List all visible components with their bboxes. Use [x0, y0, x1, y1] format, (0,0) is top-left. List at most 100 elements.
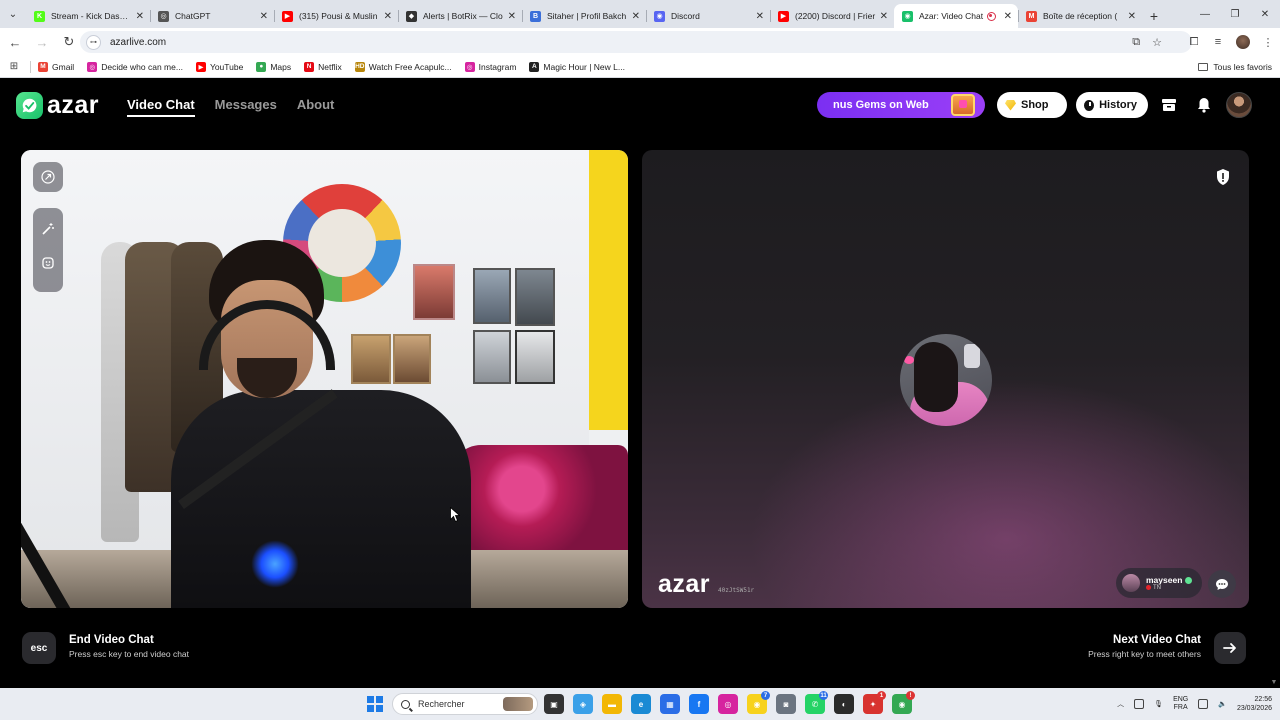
tab-title: (315) Pousi & Muslin — [299, 11, 378, 21]
microphone-icon[interactable]: 🎙 — [1154, 700, 1163, 708]
instagram-icon[interactable]: ◎ — [718, 694, 738, 714]
browser-tab[interactable]: K Stream - Kick Dashbo ✕ — [26, 4, 150, 28]
tab-close-icon[interactable]: ✕ — [384, 11, 392, 22]
browser-tab[interactable]: ◆ Alerts | BotRix — Clo ✕ — [398, 4, 522, 28]
country-flag-icon — [1146, 585, 1151, 590]
browser-tab[interactable]: M Boîte de réception (✕ — [1018, 4, 1142, 28]
end-chat-esc-button[interactable]: esc — [22, 632, 56, 664]
bookmark-item[interactable]: M Gmail — [38, 61, 74, 72]
reload-icon[interactable]: ↻ — [57, 30, 81, 54]
bookmark-item[interactable]: ▶ YouTube — [195, 61, 243, 72]
network-icon[interactable] — [1198, 699, 1209, 709]
tab-close-icon[interactable]: ✕ — [756, 11, 764, 22]
forward-icon[interactable]: → — [30, 30, 54, 54]
bookmark-item[interactable]: N Netflix — [304, 61, 342, 72]
bookmark-star-icon[interactable]: ☆ — [1152, 36, 1162, 49]
site-info-icon[interactable]: ⊶ — [86, 34, 101, 50]
inbox-icon[interactable] — [1159, 95, 1179, 115]
profile-avatar[interactable] — [1236, 35, 1250, 49]
chrome-icon[interactable]: ◉! — [892, 691, 915, 714]
tray-chevron-icon[interactable]: ︿ — [1117, 699, 1124, 709]
all-bookmarks-folder[interactable]: Tous les favoris — [1198, 62, 1272, 72]
bookmark-label: Magic Hour | New L... — [543, 61, 625, 72]
browser-tab[interactable]: B Sitaher | Profil Bakch ✕ — [522, 4, 646, 28]
chat-bubble-icon — [1216, 578, 1228, 590]
store-icon[interactable]: ▦ — [660, 694, 680, 714]
task-view-icon[interactable]: ▣ — [544, 694, 564, 714]
copilot-icon[interactable]: ◈ — [573, 694, 593, 714]
azar-logo[interactable]: azar — [16, 91, 99, 120]
clock-date[interactable]: 22:56 23/03/2026 — [1237, 695, 1272, 713]
tab-close-icon[interactable]: ✕ — [260, 11, 268, 22]
user-avatar[interactable] — [1226, 92, 1252, 118]
azar-watermark: azar 40zJtSW51r — [658, 570, 754, 599]
tab-close-icon[interactable]: ✕ — [1004, 11, 1012, 22]
apps-grid-icon[interactable]: ⊞ — [0, 61, 28, 72]
edge-icon[interactable]: e — [631, 694, 651, 714]
nav-about[interactable]: About — [297, 97, 335, 117]
bookmark-list: M Gmail ◎ Decide who can me... ▶ YouTube ● Maps… — [38, 61, 638, 72]
volume-icon[interactable]: 🔈 — [1218, 700, 1227, 708]
bookmark-item[interactable]: ◎ Decide who can me... — [87, 61, 183, 72]
app-red-icon[interactable]: ✦ 1 — [863, 691, 886, 714]
close-window-icon[interactable]: ✕ — [1250, 0, 1280, 28]
windows-start-icon[interactable] — [367, 696, 383, 712]
bookmark-item[interactable]: ● Maps — [256, 61, 291, 72]
bell-icon[interactable] — [1194, 95, 1214, 115]
browser-tab[interactable]: ◎ ChatGPT ✕ — [150, 4, 274, 28]
bookmark-item[interactable]: A Magic Hour | New L... — [529, 61, 625, 72]
install-app-icon[interactable]: ⧉ — [1132, 36, 1140, 49]
shop-button[interactable]: Shop — [997, 92, 1067, 118]
whatsapp-icon[interactable]: ✆ 11 — [805, 691, 828, 714]
tab-search-icon[interactable]: ⌄ — [0, 0, 26, 28]
obs-icon[interactable]: ◐ — [834, 694, 854, 714]
url-bar[interactable]: ⊶ azarlive.com ⧉ ☆ — [80, 31, 1192, 53]
extensions-icon[interactable]: ⧠ — [1182, 36, 1206, 49]
camera-icon[interactable]: ◙ — [776, 694, 796, 714]
browser-menu-icon[interactable]: ⋮ — [1256, 36, 1280, 49]
history-button[interactable]: History — [1076, 92, 1148, 118]
tab-close-icon[interactable]: ✕ — [1128, 11, 1136, 22]
tab-close-icon[interactable]: ✕ — [632, 11, 640, 22]
botrix-icon: ◆ — [406, 10, 417, 22]
main-nav: Video Chat Messages About — [127, 97, 334, 117]
partner-name-row: mayseen — [1146, 575, 1193, 585]
notification-badge: 7 — [761, 691, 770, 700]
tab-close-icon[interactable]: ✕ — [136, 11, 144, 22]
all-bookmarks-label: Tous les favoris — [1213, 61, 1272, 72]
browser-tab[interactable]: ◉ Discord ✕ — [646, 4, 770, 28]
restore-icon[interactable]: ❐ — [1220, 0, 1250, 28]
chat-bubble-button[interactable] — [1208, 570, 1236, 598]
tray-app-icon[interactable] — [1134, 699, 1145, 709]
taskbar-search[interactable]: Rechercher — [392, 693, 538, 715]
language-indicator[interactable]: ENG FRA — [1173, 696, 1188, 712]
gems-promo-button[interactable]: nus Gems on Web — [817, 92, 985, 118]
browser-tab[interactable]: ▶ (2200) Discord | Frier ✕ — [770, 4, 894, 28]
facebook-icon[interactable]: f — [689, 694, 709, 714]
end-video-chat[interactable]: End Video Chat Press esc key to end vide… — [69, 634, 189, 659]
next-chat-button[interactable] — [1214, 632, 1246, 664]
browser-tab[interactable]: ◉ Azar: Video Chat ✕ — [894, 4, 1018, 28]
report-shield-icon[interactable] — [1215, 168, 1231, 186]
partner-user-chip[interactable]: mayseen TN — [1116, 568, 1202, 598]
new-tab-button[interactable]: + — [1142, 4, 1166, 28]
magic-wand-icon[interactable] — [33, 214, 63, 244]
media-controls-icon[interactable]: ≡ — [1206, 36, 1230, 48]
scroll-down-arrow-icon[interactable]: ▼ — [1268, 676, 1280, 688]
snapchat-icon[interactable]: ◉ 7 — [747, 691, 770, 714]
file-explorer-icon[interactable]: ▬ — [602, 694, 622, 714]
browser-tab[interactable]: ▶ (315) Pousi & Muslin ✕ — [274, 4, 398, 28]
nav-messages[interactable]: Messages — [215, 97, 277, 117]
partner-picture-hair — [914, 342, 958, 412]
minimize-icon[interactable]: — — [1190, 0, 1220, 28]
tab-close-icon[interactable]: ✕ — [880, 11, 888, 22]
bookmark-item[interactable]: ◎ Instagram — [464, 61, 516, 72]
expand-icon[interactable] — [33, 162, 63, 192]
tab-title: (2200) Discord | Frier — [795, 11, 876, 21]
tab-close-icon[interactable]: ✕ — [508, 11, 516, 22]
bookmark-item[interactable]: HD Watch Free Acapulc... — [354, 61, 452, 72]
back-icon[interactable]: ← — [3, 30, 27, 54]
sticker-icon[interactable] — [33, 248, 63, 278]
next-video-chat[interactable]: Next Video Chat Press right key to meet … — [1088, 634, 1201, 659]
nav-video-chat[interactable]: Video Chat — [127, 97, 195, 117]
